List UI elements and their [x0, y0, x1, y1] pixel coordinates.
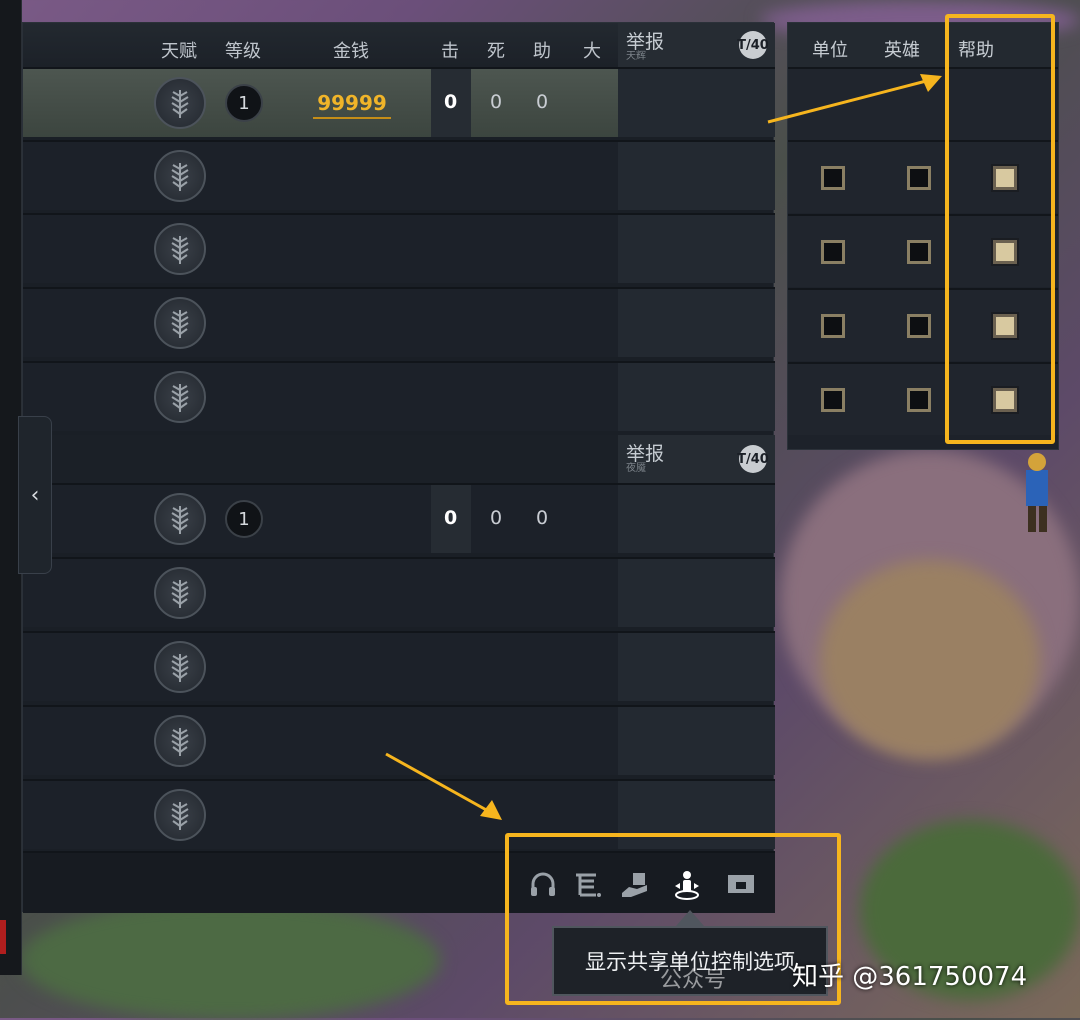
header-ultimate: 大	[583, 41, 601, 62]
header-hero: 英雄	[884, 40, 920, 61]
kills-value: 0	[444, 507, 458, 529]
report-cell	[618, 707, 775, 775]
arrow-to-help-column	[767, 74, 942, 124]
empty-player-row	[23, 213, 775, 283]
header-gold: 金钱	[333, 41, 369, 62]
report-cell	[618, 142, 775, 210]
header-deaths: 死	[487, 41, 505, 62]
report-cell	[618, 633, 775, 701]
report-cell	[618, 215, 775, 283]
watermark-wechat: 公众号	[660, 968, 727, 993]
report-column-header-radiant: 举报 天辉 T/40	[618, 23, 775, 67]
talent-tree-icon[interactable]	[154, 493, 206, 545]
header-level: 等级	[225, 41, 261, 62]
team-name-radiant: 天辉	[626, 51, 646, 62]
report-column-header-dire: 举报 夜魇 T/40	[618, 435, 775, 485]
deaths-value: 0	[490, 91, 503, 113]
talent-tree-icon[interactable]	[154, 715, 206, 767]
talent-tree-icon[interactable]	[154, 223, 206, 275]
share-unit-checkbox[interactable]	[821, 388, 845, 412]
watermark-zhihu: 知乎 @361750074	[792, 962, 1028, 992]
share-hero-checkbox[interactable]	[907, 166, 931, 190]
assists-value: 0	[536, 507, 549, 529]
player-row: 1 99999 0 0 0	[23, 67, 775, 137]
header-talent: 天赋	[161, 41, 197, 62]
report-cell	[618, 363, 775, 431]
share-hero-checkbox[interactable]	[907, 388, 931, 412]
chevron-left-icon: ‹	[30, 482, 40, 508]
report-cell	[618, 289, 775, 357]
empty-player-row	[23, 287, 775, 357]
talent-tree-icon[interactable]	[154, 371, 206, 423]
empty-player-row	[23, 361, 775, 431]
collapse-scoreboard-button[interactable]: ‹	[18, 416, 52, 574]
mute-all-button[interactable]: T/40	[737, 445, 769, 473]
player-row: 1 0 0 0	[23, 483, 775, 553]
kills-value: 0	[444, 91, 458, 113]
share-unit-checkbox[interactable]	[821, 314, 845, 338]
header-assists: 助	[533, 41, 551, 62]
hero-unit-sprite	[1012, 450, 1060, 540]
help-column-highlight	[945, 14, 1055, 444]
mute-all-button[interactable]: T/40	[737, 31, 769, 59]
empty-player-row	[23, 631, 775, 701]
assists-value: 0	[536, 91, 549, 113]
talent-tree-icon[interactable]	[154, 150, 206, 202]
empty-player-row	[23, 140, 775, 210]
share-unit-checkbox[interactable]	[821, 240, 845, 264]
talent-tree-icon[interactable]	[154, 567, 206, 619]
team2-header: 举报 夜魇 T/40	[23, 435, 775, 485]
header-unit: 单位	[812, 40, 848, 61]
deaths-value: 0	[490, 507, 503, 529]
header-kills: 击	[441, 41, 459, 62]
report-cell	[618, 559, 775, 627]
level-badge: 1	[225, 500, 263, 538]
tooltip-caret	[676, 910, 704, 926]
team-name-dire: 夜魇	[626, 463, 646, 474]
share-hero-checkbox[interactable]	[907, 314, 931, 338]
report-cell[interactable]	[618, 485, 775, 553]
talent-tree-icon[interactable]	[154, 789, 206, 841]
arrow-to-footer-icons	[385, 752, 502, 820]
talent-tree-icon[interactable]	[154, 641, 206, 693]
report-cell[interactable]	[618, 69, 775, 137]
share-hero-checkbox[interactable]	[907, 240, 931, 264]
talent-tree-icon[interactable]	[154, 77, 206, 129]
share-unit-checkbox[interactable]	[821, 166, 845, 190]
level-badge: 1	[225, 84, 263, 122]
empty-player-row	[23, 557, 775, 627]
gold-value[interactable]: 99999	[313, 91, 391, 119]
scoreboard-header: 天赋 等级 金钱 击 死 助 大 举报 天辉 T/40	[23, 23, 775, 67]
talent-tree-icon[interactable]	[154, 297, 206, 349]
